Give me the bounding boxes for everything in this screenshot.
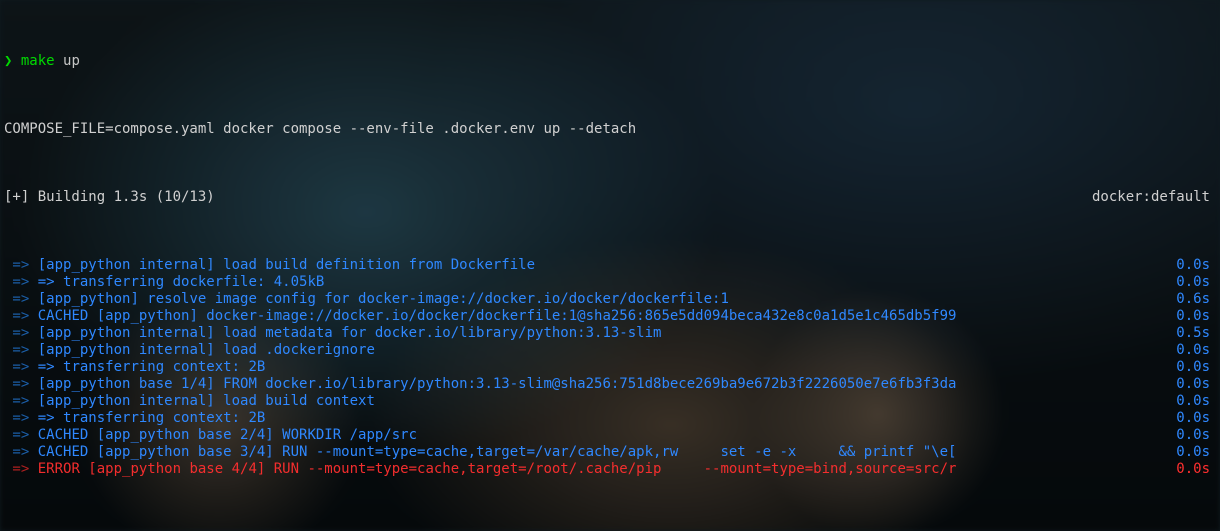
build-step-time: 0.0s	[1176, 376, 1216, 393]
build-header: [+] Building 1.3s (10/13) docker:default	[4, 189, 1216, 206]
build-step-text: => [app_python internal] load build defi…	[4, 257, 535, 274]
build-step-time: 0.5s	[1176, 325, 1216, 342]
command-arg: up	[63, 53, 80, 69]
build-step: => [app_python internal] load build defi…	[4, 257, 1216, 274]
build-step-text: => [app_python] resolve image config for…	[4, 291, 729, 308]
build-step-text: => => transferring dockerfile: 4.05kB	[4, 274, 324, 291]
build-step: => CACHED [app_python base 3/4] RUN --mo…	[4, 444, 1216, 461]
command-echo-text: COMPOSE_FILE=compose.yaml docker compose…	[4, 121, 636, 138]
terminal-output[interactable]: ❯ make up COMPOSE_FILE=compose.yaml dock…	[0, 0, 1220, 531]
build-step-text: => CACHED [app_python] docker-image://do…	[4, 308, 956, 325]
build-step-time: 0.0s	[1176, 461, 1216, 478]
build-step-time: 0.0s	[1176, 444, 1216, 461]
command-echo: COMPOSE_FILE=compose.yaml docker compose…	[4, 121, 1216, 138]
build-step-text: => CACHED [app_python base 3/4] RUN --mo…	[4, 444, 956, 461]
build-step-time: 0.0s	[1176, 274, 1216, 291]
build-step-time: 0.6s	[1176, 291, 1216, 308]
build-step-text: => [app_python internal] load metadata f…	[4, 325, 661, 342]
build-step: => CACHED [app_python base 2/4] WORKDIR …	[4, 427, 1216, 444]
build-step-time: 0.0s	[1176, 393, 1216, 410]
build-progress: [+] Building 1.3s (10/13)	[4, 189, 215, 206]
build-step-text: => CACHED [app_python base 2/4] WORKDIR …	[4, 427, 417, 444]
command-name: make	[21, 53, 55, 69]
prompt-symbol: ❯	[4, 53, 12, 69]
build-step-text: => [app_python internal] load .dockerign…	[4, 342, 375, 359]
build-step: => => transferring dockerfile: 4.05kB 0.0…	[4, 274, 1216, 291]
build-step-time: 0.0s	[1176, 359, 1216, 376]
build-step-text: => => transferring context: 2B	[4, 410, 265, 427]
build-step: => [app_python internal] load .dockerign…	[4, 342, 1216, 359]
build-step-time: 0.0s	[1176, 410, 1216, 427]
build-step: => => transferring context: 2B 0.0s	[4, 410, 1216, 427]
build-step-time: 0.0s	[1176, 308, 1216, 325]
build-step: => [app_python internal] load build cont…	[4, 393, 1216, 410]
build-step: => => transferring context: 2B 0.0s	[4, 359, 1216, 376]
build-step: => [app_python base 1/4] FROM docker.io/…	[4, 376, 1216, 393]
build-step-time: 0.0s	[1176, 342, 1216, 359]
build-step-text: => [app_python internal] load build cont…	[4, 393, 375, 410]
build-step-time: 0.0s	[1176, 427, 1216, 444]
build-step-text: => => transferring context: 2B	[4, 359, 265, 376]
builder-label: docker:default	[1092, 189, 1216, 206]
build-steps: => [app_python internal] load build defi…	[4, 257, 1216, 478]
build-step-error: => ERROR [app_python base 4/4] RUN --mou…	[4, 461, 1216, 478]
build-step-time: 0.0s	[1176, 257, 1216, 274]
prompt-line[interactable]: ❯ make up	[4, 53, 1216, 70]
build-step: => CACHED [app_python] docker-image://do…	[4, 308, 1216, 325]
build-step: => [app_python internal] load metadata f…	[4, 325, 1216, 342]
build-step: => [app_python] resolve image config for…	[4, 291, 1216, 308]
build-step-text: => ERROR [app_python base 4/4] RUN --mou…	[4, 461, 956, 478]
build-step-text: => [app_python base 1/4] FROM docker.io/…	[4, 376, 956, 393]
